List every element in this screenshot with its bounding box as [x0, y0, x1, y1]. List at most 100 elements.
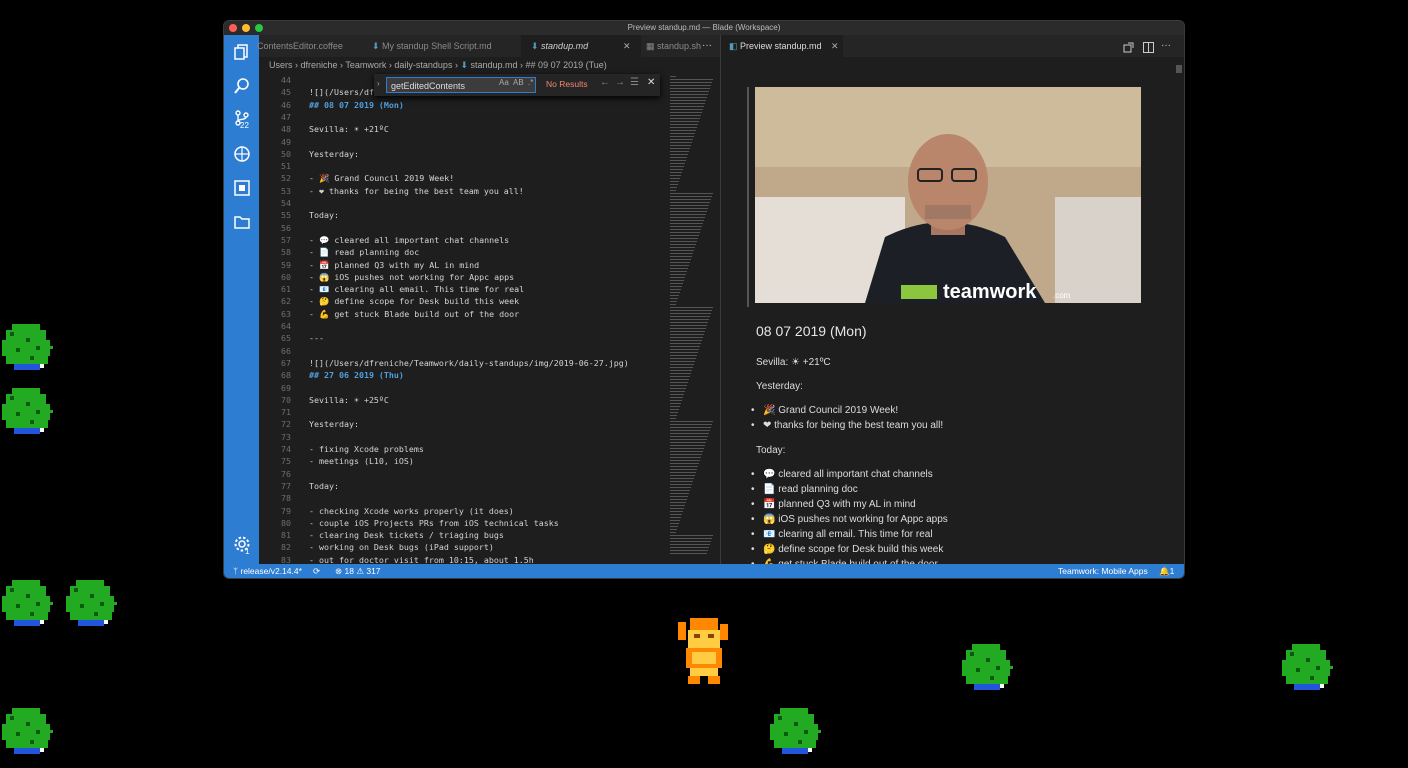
- preview-scrollbar[interactable]: [1176, 65, 1182, 73]
- more-actions-icon[interactable]: ···: [1161, 35, 1171, 57]
- line-number: 79: [281, 505, 291, 516]
- tab-preview-standup[interactable]: ◧ Preview standup.md ✕: [721, 35, 843, 57]
- zoom-window-button[interactable]: [255, 24, 263, 32]
- code-line[interactable]: ## 27 06 2019 (Thu): [309, 370, 404, 380]
- minimap-line: [670, 517, 681, 518]
- code-editor[interactable]: 44 45 ![](/Users/df 46 ## 08 07 2019 (Mon) 47…: [259, 73, 664, 564]
- find-in-selection-icon[interactable]: ☰: [630, 77, 639, 88]
- minimap-line: [670, 451, 703, 452]
- code-line[interactable]: - 📅 planned Q3 with my AL in mind: [309, 260, 479, 271]
- code-line[interactable]: ![](/Users/df: [309, 87, 374, 97]
- hero-sprite: [678, 618, 728, 684]
- line-number: 48: [281, 124, 291, 135]
- preview-weather: Sevilla: ☀ +21ºC: [756, 357, 831, 368]
- notifications-indicator[interactable]: 🔔1: [1159, 564, 1174, 578]
- minimap-line: [670, 523, 679, 524]
- minimap-line: [670, 412, 678, 413]
- line-number: 67: [281, 357, 291, 368]
- minimap-line: [670, 409, 679, 410]
- code-line[interactable]: - fixing Xcode problems: [309, 444, 424, 454]
- minimap-line: [670, 349, 699, 350]
- code-line[interactable]: - working on Desk bugs (iPad support): [309, 542, 494, 552]
- error-icon: ⊗: [335, 566, 343, 576]
- split-editor-icon[interactable]: [1143, 40, 1154, 58]
- minimap-line: [670, 298, 678, 299]
- minimap[interactable]: [664, 73, 720, 564]
- code-line[interactable]: - out for doctor visit from 10:15, about…: [309, 555, 534, 564]
- project-name[interactable]: Teamwork: Mobile Apps: [1058, 564, 1148, 578]
- minimap-line: [670, 85, 711, 86]
- code-line[interactable]: ---: [309, 333, 324, 343]
- previous-match-icon[interactable]: ←: [600, 77, 610, 88]
- minimap-line: [670, 313, 711, 314]
- breadcrumb-item[interactable]: daily-standups: [394, 60, 452, 70]
- code-line[interactable]: - 📄 read planning doc: [309, 247, 419, 258]
- minimap-line: [670, 319, 709, 320]
- debug-icon[interactable]: [232, 145, 252, 165]
- code-line[interactable]: - couple iOS Projects PRs from iOS techn…: [309, 518, 559, 528]
- folder-icon[interactable]: [232, 213, 252, 233]
- code-line[interactable]: - 💬 cleared all important chat channels: [309, 235, 509, 246]
- minimap-line: [670, 328, 706, 329]
- breadcrumb-item[interactable]: dfreniche: [301, 60, 338, 70]
- minimap-line: [670, 529, 677, 530]
- code-line[interactable]: - meetings (L10, iOS): [309, 456, 414, 466]
- minimap-line: [670, 430, 710, 431]
- breadcrumb-item[interactable]: ## 09 07 2019 (Tue): [526, 60, 607, 70]
- code-line[interactable]: - ❤ thanks for being the best team you a…: [309, 186, 524, 196]
- line-number: 75: [281, 456, 291, 467]
- open-source-icon[interactable]: [1123, 40, 1134, 58]
- minimize-window-button[interactable]: [242, 24, 250, 32]
- tab-standup-md[interactable]: ⬇ standup.md ✕: [521, 35, 641, 57]
- breadcrumb-item[interactable]: standup.md: [471, 60, 518, 70]
- breadcrumb-item[interactable]: Users: [269, 60, 293, 70]
- extensions-icon[interactable]: [232, 179, 252, 199]
- code-line[interactable]: - 😱 iOS pushes not working for Appc apps: [309, 272, 514, 283]
- code-line[interactable]: ## 08 07 2019 (Mon): [309, 100, 404, 110]
- regex-option[interactable]: .*: [528, 78, 533, 87]
- code-line[interactable]: - 📧 clearing all email. This time for re…: [309, 284, 524, 295]
- tab-contents-editor[interactable]: ContentsEditor.coffee: [257, 35, 365, 57]
- code-line[interactable]: Sevilla: ☀ +25ºC: [309, 395, 389, 405]
- code-line[interactable]: Yesterday:: [309, 149, 359, 159]
- tab-standup-shell-script[interactable]: ⬇ My standup Shell Script.md: [372, 35, 522, 57]
- breadcrumb-item[interactable]: Teamwork: [345, 60, 386, 70]
- line-number: 55: [281, 210, 291, 221]
- minimap-line: [670, 361, 695, 362]
- minimap-line: [670, 403, 681, 404]
- code-line[interactable]: ![](/Users/dfreniche/Teamwork/daily-stan…: [309, 358, 629, 368]
- code-line[interactable]: - clearing Desk tickets / triaging bugs: [309, 530, 504, 540]
- code-line[interactable]: Today:: [309, 210, 339, 220]
- expand-replace-icon[interactable]: ›: [377, 79, 380, 88]
- minimap-line: [670, 448, 704, 449]
- code-line[interactable]: - 🎉 Grand Council 2019 Week!: [309, 173, 454, 184]
- minimap-line: [670, 544, 710, 545]
- close-tab-icon[interactable]: ✕: [623, 35, 631, 57]
- branch-indicator[interactable]: ᛘ release/v2.14.4*: [233, 564, 302, 578]
- match-case-option[interactable]: Aa: [499, 78, 509, 87]
- code-line[interactable]: - 💪 get stuck Blade build out of the doo…: [309, 309, 519, 320]
- close-window-button[interactable]: [229, 24, 237, 32]
- close-find-icon[interactable]: ✕: [647, 77, 655, 88]
- files-icon[interactable]: [232, 43, 252, 63]
- more-actions-icon[interactable]: ···: [702, 35, 712, 57]
- code-line[interactable]: - checking Xcode works properly (it does…: [309, 506, 514, 516]
- next-match-icon[interactable]: →: [615, 77, 625, 88]
- code-line[interactable]: - 🤔 define scope for Desk build this wee…: [309, 296, 519, 307]
- sync-icon[interactable]: ⟳: [313, 564, 320, 578]
- code-line[interactable]: Sevilla: ☀ +21ºC: [309, 124, 389, 134]
- line-number: 73: [281, 431, 291, 442]
- list-item: 🎉 Grand Council 2019 Week!: [751, 405, 898, 416]
- minimap-line: [670, 163, 685, 164]
- close-tab-icon[interactable]: ✕: [831, 35, 839, 57]
- minimap-line: [670, 532, 676, 533]
- tab-standup-sh[interactable]: ▦ standup.sh: [642, 35, 702, 57]
- minimap-line: [670, 127, 697, 128]
- settings-badge: 1: [245, 547, 250, 556]
- code-line[interactable]: Yesterday:: [309, 419, 359, 429]
- match-word-option[interactable]: AB: [513, 78, 524, 87]
- search-icon[interactable]: [232, 77, 252, 97]
- minimap-line: [670, 535, 713, 536]
- problems-indicator[interactable]: ⊗ 18 ⚠ 317: [335, 564, 381, 578]
- code-line[interactable]: Today:: [309, 481, 339, 491]
